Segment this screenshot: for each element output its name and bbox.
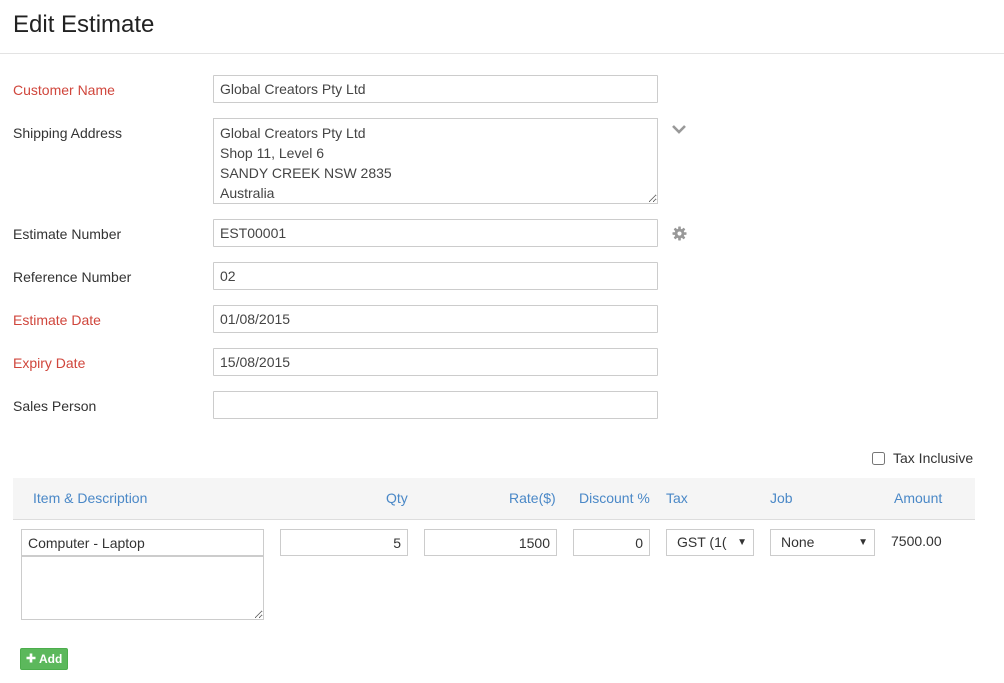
reference-number-label: Reference Number <box>13 269 132 285</box>
column-header-qty: Qty <box>386 490 408 506</box>
column-header-rate: Rate($) <box>509 490 556 506</box>
add-button[interactable]: Add <box>20 648 69 670</box>
expiry-date-label: Expiry Date <box>13 355 86 371</box>
column-header-item: Item & Description <box>33 490 148 506</box>
chevron-down-icon: ▼ <box>858 537 868 548</box>
tax-inclusive-control[interactable]: Tax Inclusive <box>872 450 973 466</box>
gear-icon[interactable] <box>672 226 687 243</box>
page-title: Edit Estimate <box>13 11 155 38</box>
add-button-label: Add <box>39 652 63 666</box>
item-name-input[interactable] <box>21 529 264 556</box>
qty-input[interactable] <box>280 529 408 556</box>
estimate-number-label: Estimate Number <box>13 226 122 242</box>
item-description-textarea[interactable] <box>21 556 264 620</box>
column-header-tax: Tax <box>666 490 688 506</box>
discount-input[interactable] <box>573 529 650 556</box>
sales-person-input[interactable] <box>213 391 658 419</box>
tax-inclusive-checkbox[interactable] <box>872 451 885 465</box>
shipping-address-textarea[interactable]: Global Creators Pty Ltd Shop 11, Level 6… <box>213 118 658 204</box>
estimate-date-label: Estimate Date <box>13 312 101 328</box>
column-header-job: Job <box>770 490 793 506</box>
page-header: Edit Estimate <box>0 0 1004 54</box>
tax-inclusive-label: Tax Inclusive <box>893 450 974 466</box>
column-header-amount: Amount <box>894 490 943 506</box>
sales-person-label: Sales Person <box>13 398 97 414</box>
expiry-date-input[interactable] <box>213 348 658 376</box>
chevron-down-icon: ▼ <box>735 530 747 555</box>
reference-number-input[interactable] <box>213 262 658 290</box>
estimate-date-input[interactable] <box>213 305 658 333</box>
customer-name-label: Customer Name <box>13 82 115 98</box>
column-header-discount: Discount % <box>579 490 650 506</box>
job-select[interactable]: None ▼ <box>770 529 875 556</box>
tax-select[interactable]: GST (1( ▼ <box>666 529 754 556</box>
plus-icon <box>26 652 36 666</box>
estimate-number-input[interactable] <box>213 219 658 247</box>
rate-input[interactable] <box>424 529 557 556</box>
amount-value: 7500.00 <box>891 533 942 549</box>
shipping-address-label: Shipping Address <box>13 125 122 141</box>
tax-select-value: GST (1( <box>677 534 727 550</box>
customer-name-input[interactable] <box>213 75 658 103</box>
items-table-header: Item & Description Qty Rate($) Discount … <box>13 478 975 520</box>
chevron-down-icon[interactable] <box>672 122 686 136</box>
job-select-value: None <box>781 534 815 550</box>
